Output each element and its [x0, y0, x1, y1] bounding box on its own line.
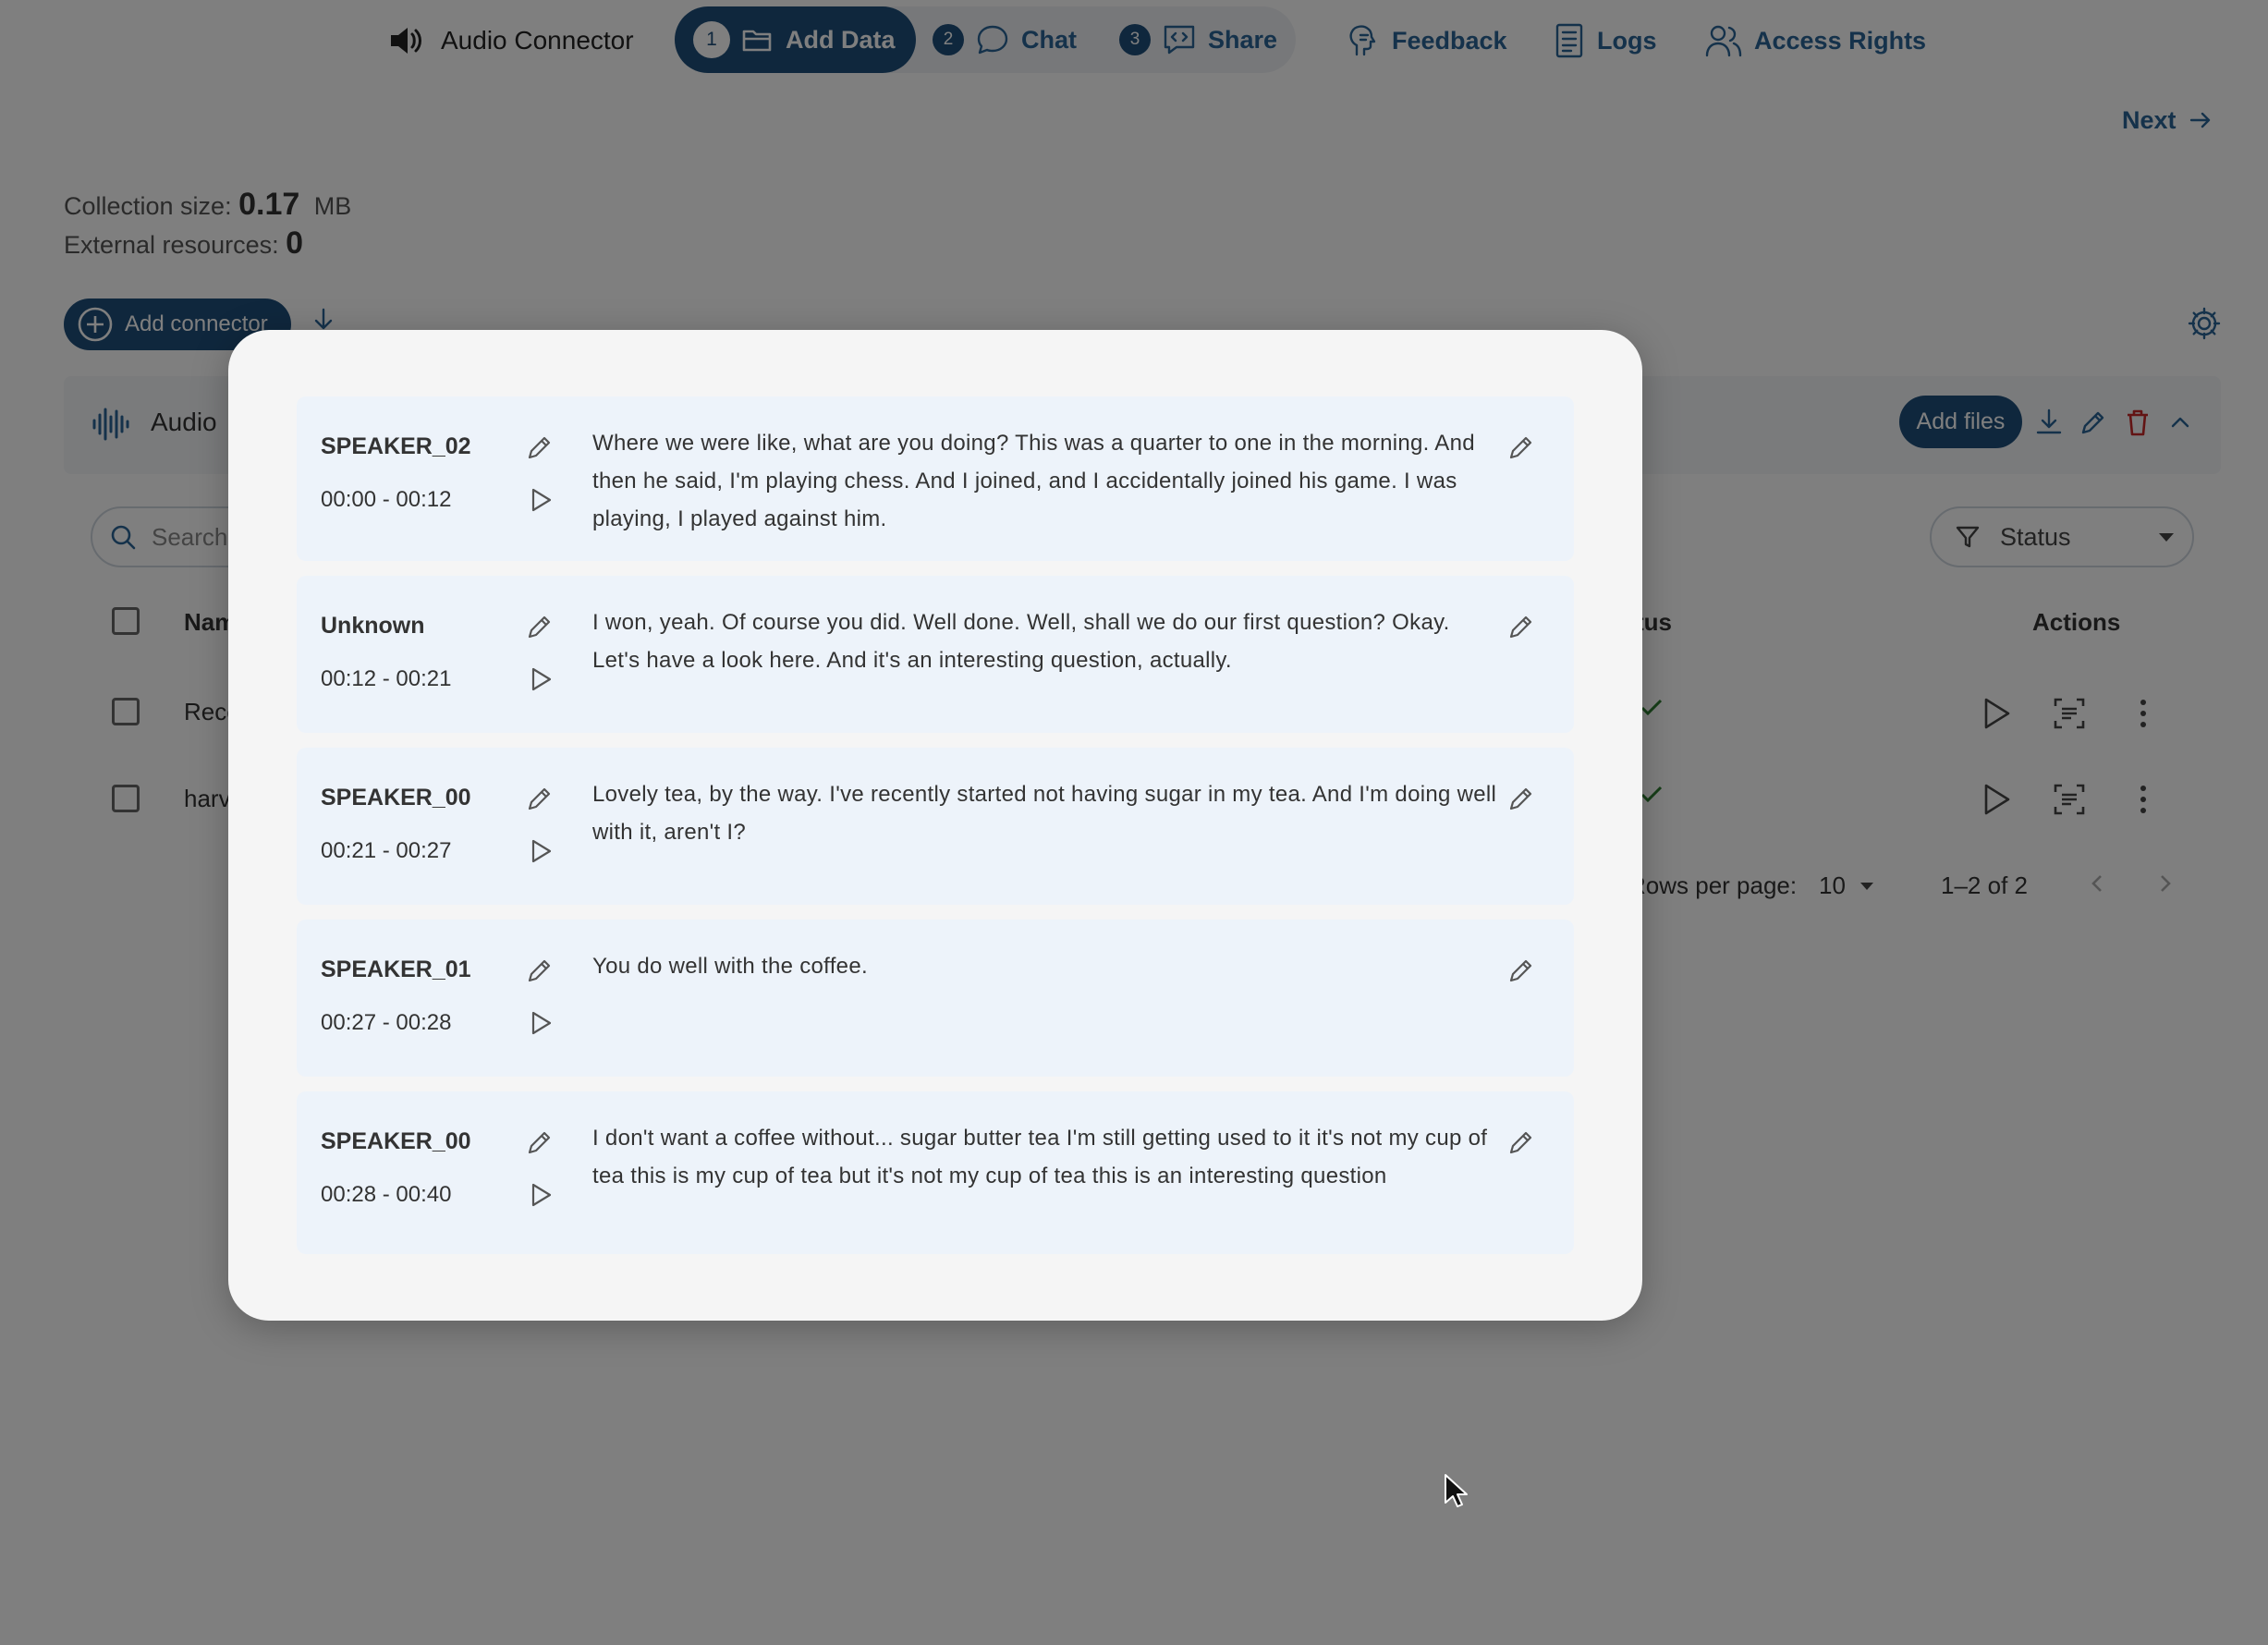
segment-time: 00:27 - 00:28 [321, 1010, 452, 1035]
edit-text-icon[interactable] [1506, 955, 1539, 988]
segment-text: Where we were like, what are you doing? … [592, 431, 1475, 531]
play-segment-icon[interactable] [526, 836, 559, 870]
edit-speaker-icon[interactable] [524, 955, 557, 988]
segment-time: 00:28 - 00:40 [321, 1182, 452, 1207]
segment-text: I don't want a coffee without... sugar b… [592, 1126, 1488, 1188]
speaker-name: SPEAKER_00 [321, 1128, 471, 1154]
edit-speaker-icon[interactable] [524, 432, 557, 465]
segment-time: 00:21 - 00:27 [321, 838, 452, 863]
edit-text-icon[interactable] [1506, 432, 1539, 465]
transcript-segment: Unknown 00:12 - 00:21 I won, yeah. Of co… [297, 576, 1574, 733]
segment-time: 00:00 - 00:12 [321, 487, 452, 512]
transcript-segment: SPEAKER_00 00:28 - 00:40 I don't want a … [297, 1091, 1574, 1254]
edit-text-icon[interactable] [1506, 611, 1539, 644]
transcript-segment: SPEAKER_00 00:21 - 00:27 Lovely tea, by … [297, 748, 1574, 905]
play-segment-icon[interactable] [526, 1008, 559, 1042]
transcript-segment: SPEAKER_01 00:27 - 00:28 You do well wit… [297, 920, 1574, 1077]
segment-text: Lovely tea, by the way. I've recently st… [592, 782, 1497, 845]
segment-text: You do well with the coffee. [592, 954, 868, 979]
edit-speaker-icon[interactable] [524, 611, 557, 644]
segment-text: I won, yeah. Of course you did. Well don… [592, 610, 1450, 673]
play-segment-icon[interactable] [526, 485, 559, 518]
edit-text-icon[interactable] [1506, 1127, 1539, 1160]
speaker-name: SPEAKER_00 [321, 785, 471, 810]
speaker-name: SPEAKER_01 [321, 957, 471, 982]
segment-time: 00:12 - 00:21 [321, 666, 452, 691]
speaker-name: Unknown [321, 613, 425, 639]
transcript-segment: SPEAKER_02 00:00 - 00:12 Where we were l… [297, 396, 1574, 561]
edit-speaker-icon[interactable] [524, 1127, 557, 1160]
play-segment-icon[interactable] [526, 1180, 559, 1213]
play-segment-icon[interactable] [526, 664, 559, 698]
mouse-cursor-icon [1444, 1473, 1468, 1508]
transcript-dialog: SPEAKER_02 00:00 - 00:12 Where we were l… [228, 330, 1642, 1321]
edit-text-icon[interactable] [1506, 783, 1539, 816]
speaker-name: SPEAKER_02 [321, 433, 471, 459]
edit-speaker-icon[interactable] [524, 783, 557, 816]
